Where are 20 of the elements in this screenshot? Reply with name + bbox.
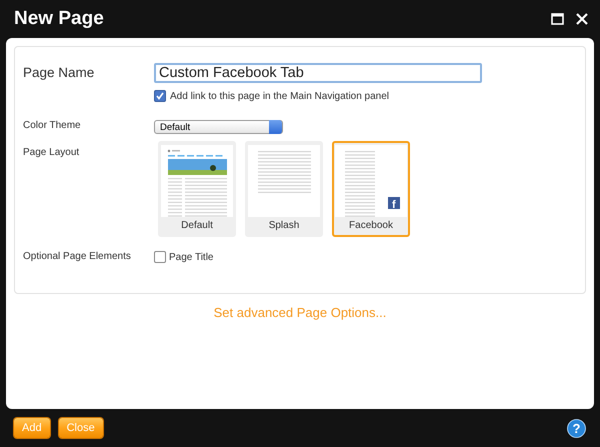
checkbox-label: Page Title	[169, 252, 214, 262]
field-label: Page Name	[23, 64, 96, 80]
window-title: New Page	[14, 8, 104, 30]
close-icon[interactable]	[576, 13, 588, 25]
checkbox[interactable]	[154, 251, 166, 263]
layout-preview	[248, 145, 320, 217]
layout-preview	[161, 145, 233, 217]
checkbox-label: Add link to this page in the Main Navigation panel	[170, 90, 390, 102]
field-label: Color Theme	[23, 120, 82, 131]
layout-preview: f	[335, 145, 407, 217]
maximize-icon[interactable]	[551, 13, 564, 25]
layout-option[interactable]: f Facebook	[332, 141, 410, 237]
checkbox[interactable]	[154, 90, 166, 102]
layout-option[interactable]: Splash	[245, 141, 323, 237]
color-theme-dropdown[interactable]: Default	[154, 120, 283, 134]
field-label: Optional Page Elements	[23, 251, 132, 262]
field-label: Page Layout	[23, 147, 80, 158]
page-name-field[interactable]: Custom Facebook Tab	[154, 63, 482, 83]
layout-option[interactable]: Default	[158, 141, 236, 237]
help-button[interactable]: ?	[567, 418, 586, 438]
